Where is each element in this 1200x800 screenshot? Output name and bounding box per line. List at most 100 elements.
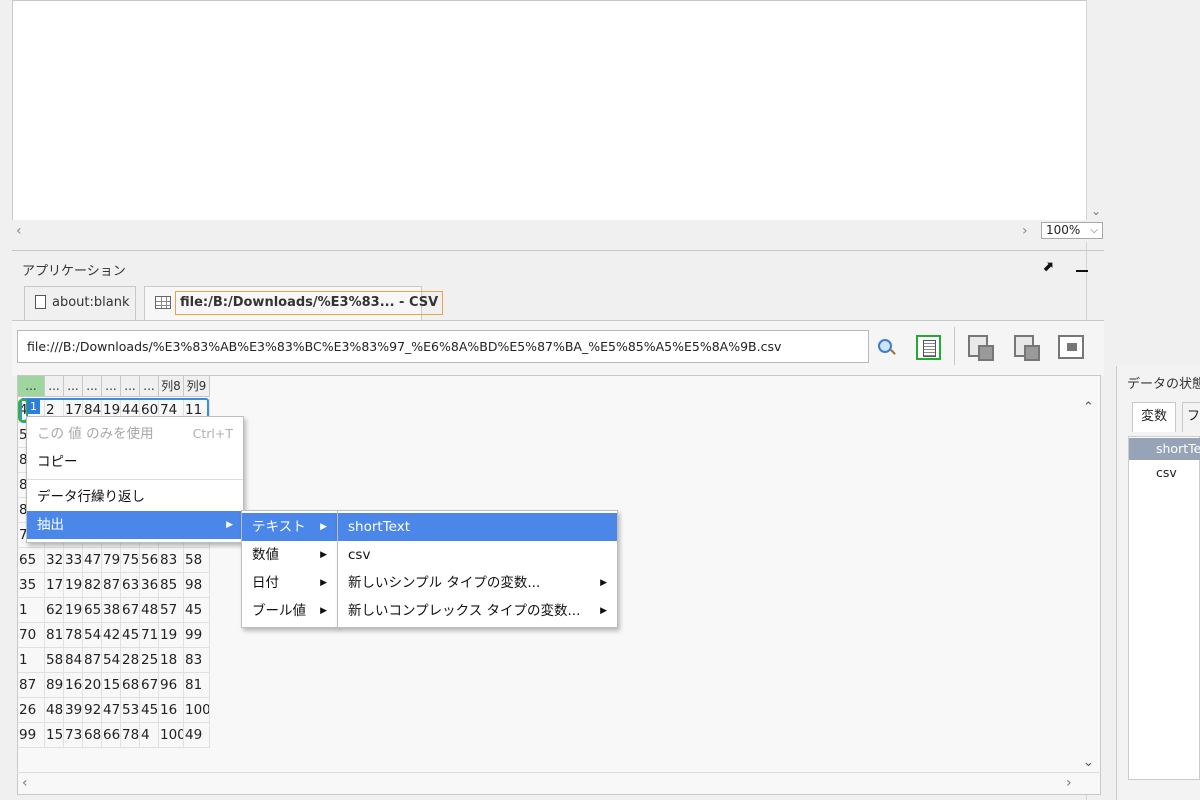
grid-cell[interactable]: 26 — [18, 698, 45, 723]
grid-cell[interactable]: 78 — [64, 623, 83, 648]
menu-item-use-only-this-value[interactable]: この 値 のみを使用 Ctrl+T — [27, 420, 243, 448]
variable-item-shorttext[interactable]: shortText — [1129, 438, 1200, 460]
grid-cell[interactable]: 1 — [18, 598, 45, 623]
grid-scroll-left-arrow[interactable]: ‹ — [22, 775, 28, 791]
grid-cell[interactable]: 42 — [102, 623, 121, 648]
grid-cell[interactable]: 47 — [102, 698, 121, 723]
grid-cell[interactable]: 70 — [18, 623, 45, 648]
variable-item-csv[interactable]: csv — [1156, 465, 1177, 480]
grid-cell[interactable]: 45 — [184, 598, 210, 623]
grid-cell[interactable]: 67 — [121, 598, 140, 623]
menu-item-shorttext[interactable]: shortText — [338, 513, 617, 541]
grid-cell[interactable]: 18 — [159, 648, 184, 673]
grid-cell[interactable]: 67 — [140, 673, 159, 698]
grid-cell[interactable]: 19 — [64, 598, 83, 623]
menu-item-csv[interactable]: csv — [338, 541, 617, 569]
grid-cell[interactable]: 75 — [121, 548, 140, 573]
grid-cell[interactable]: 54 — [102, 648, 121, 673]
menu-item-new-simple-variable[interactable]: 新しいシンプル タイプの変数... ▶ — [338, 569, 617, 597]
tab-csv-file[interactable]: file:/B:/Downloads/%E3%83... - CSV — [144, 286, 444, 320]
grid-scroll-up-arrow[interactable]: ⌃ — [1083, 400, 1094, 415]
tab-about-blank[interactable]: about:blank — [24, 286, 136, 320]
grid-cell[interactable]: 65 — [83, 598, 102, 623]
grid-cell[interactable]: 83 — [159, 548, 184, 573]
menu-item-new-complex-variable[interactable]: 新しいコンプレックス タイプの変数... ▶ — [338, 597, 617, 625]
grid-cell[interactable]: 16 — [159, 698, 184, 723]
grid-scroll-right-arrow[interactable]: › — [1066, 775, 1072, 791]
menu-item-repeat-data-rows[interactable]: データ行繰り返し — [27, 483, 243, 511]
grid-column-header[interactable]: ... — [140, 376, 159, 397]
grid-cell[interactable]: 35 — [18, 573, 45, 598]
grid-cell[interactable]: 79 — [102, 548, 121, 573]
grid-column-header[interactable]: ... — [102, 376, 121, 397]
grid-cell[interactable]: 45 — [121, 623, 140, 648]
grid-cell[interactable]: 82 — [83, 573, 102, 598]
menu-item-number[interactable]: 数値 ▶ — [242, 541, 337, 569]
grid-cell[interactable]: 87 — [102, 573, 121, 598]
grid-scroll-down-arrow[interactable]: ⌄ — [1083, 755, 1094, 770]
grid-cell[interactable]: 33 — [64, 548, 83, 573]
grid-column-header[interactable]: ... — [121, 376, 140, 397]
window-select-icon[interactable] — [1058, 335, 1086, 363]
tab-second[interactable]: フ — [1182, 402, 1200, 432]
menu-item-boolean[interactable]: ブール値 ▶ — [242, 597, 337, 625]
grid-cell[interactable]: 36 — [140, 573, 159, 598]
url-input[interactable]: file:///B:/Downloads/%E3%83%AB%E3%83%BC%… — [17, 330, 869, 363]
grid-cell[interactable]: 68 — [121, 673, 140, 698]
grid-cell[interactable]: 96 — [159, 673, 184, 698]
grid-cell[interactable]: 32 — [45, 548, 64, 573]
grid-cell[interactable]: 92 — [83, 698, 102, 723]
grid-cell[interactable]: 56 — [140, 548, 159, 573]
grid-cell[interactable]: 19 — [159, 623, 184, 648]
browser-horizontal-scrollbar[interactable] — [12, 220, 1104, 242]
grid-cell[interactable]: 47 — [83, 548, 102, 573]
grid-cell[interactable]: 98 — [184, 573, 210, 598]
grid-cell[interactable]: 16 — [64, 673, 83, 698]
grid-cell[interactable]: 81 — [45, 623, 64, 648]
grid-column-header[interactable]: 列9 — [184, 376, 210, 397]
menu-item-date[interactable]: 日付 ▶ — [242, 569, 337, 597]
grid-cell[interactable]: 48 — [140, 598, 159, 623]
window-restore-icon[interactable] — [968, 335, 996, 363]
grid-cell[interactable]: 20 — [83, 673, 102, 698]
minimize-icon[interactable] — [1076, 270, 1088, 272]
grid-cell[interactable]: 19 — [64, 573, 83, 598]
search-icon[interactable] — [878, 339, 892, 353]
browser-scroll-down-arrow[interactable]: ⌄ — [1088, 203, 1104, 219]
grid-cell[interactable]: 15 — [102, 673, 121, 698]
grid-cell[interactable]: 73 — [64, 723, 83, 748]
browser-scroll-right-arrow[interactable]: › — [1022, 223, 1028, 239]
grid-cell[interactable]: 62 — [45, 598, 64, 623]
grid-cell[interactable]: 53 — [121, 698, 140, 723]
grid-cell[interactable]: 38 — [102, 598, 121, 623]
grid-cell[interactable]: 58 — [184, 548, 210, 573]
grid-cell[interactable]: 100 — [184, 698, 210, 723]
grid-cell[interactable]: 66 — [102, 723, 121, 748]
browser-scroll-left-arrow[interactable]: ‹ — [16, 223, 22, 239]
grid-cell[interactable]: 99 — [18, 723, 45, 748]
grid-cell[interactable]: 4 — [140, 723, 159, 748]
grid-cell[interactable]: 65 — [18, 548, 45, 573]
zoom-select[interactable]: 100% ⌵ — [1041, 222, 1103, 239]
grid-column-header[interactable]: ... — [83, 376, 102, 397]
grid-cell[interactable]: 15 — [45, 723, 64, 748]
grid-cell[interactable]: 48 — [45, 698, 64, 723]
grid-column-header[interactable]: ... — [45, 376, 64, 397]
grid-column-header[interactable]: 列8 — [159, 376, 184, 397]
menu-item-text[interactable]: テキスト ▶ — [242, 513, 337, 541]
grid-cell[interactable]: 25 — [140, 648, 159, 673]
window-stack-icon[interactable] — [1014, 335, 1042, 363]
grid-cell[interactable]: 63 — [121, 573, 140, 598]
grid-cell[interactable]: 84 — [64, 648, 83, 673]
grid-cell[interactable]: 45 — [140, 698, 159, 723]
grid-cell[interactable]: 71 — [140, 623, 159, 648]
grid-cell[interactable]: 39 — [64, 698, 83, 723]
grid-cell[interactable]: 54 — [83, 623, 102, 648]
grid-cell[interactable]: 99 — [184, 623, 210, 648]
grid-cell[interactable]: 17 — [45, 573, 64, 598]
grid-cell[interactable]: 87 — [18, 673, 45, 698]
grid-cell[interactable]: 28 — [121, 648, 140, 673]
maximize-icon[interactable]: ⬈ — [1042, 259, 1054, 275]
grid-cell[interactable]: 87 — [83, 648, 102, 673]
document-view-button[interactable] — [916, 335, 941, 360]
